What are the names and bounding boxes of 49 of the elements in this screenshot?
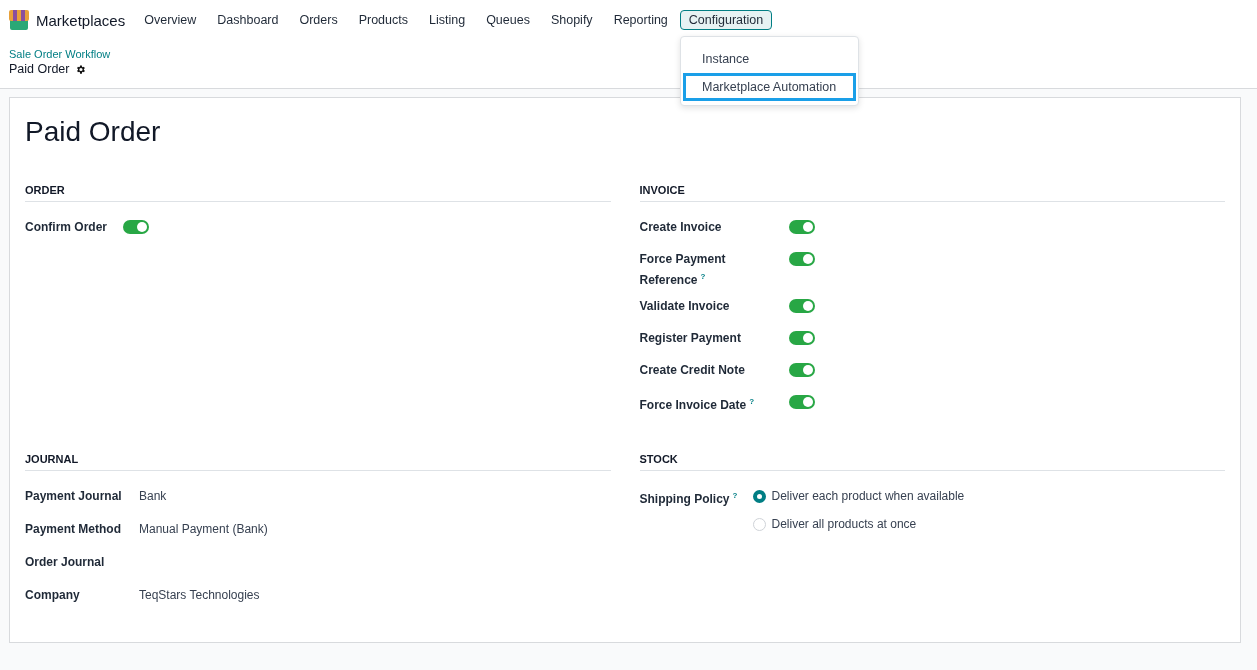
field-label: Force Payment Reference $^{?}$ (639, 251, 727, 289)
section-heading: JOURNAL (25, 453, 611, 471)
app-name[interactable]: Marketplaces (36, 11, 126, 29)
menu-item[interactable]: Reporting (604, 10, 677, 30)
shop-icon (8, 9, 30, 31)
help-mark[interactable]: ? (732, 491, 738, 500)
menu-item[interactable]: Overview (135, 10, 206, 30)
toggle-switch[interactable] (788, 252, 815, 266)
field-value[interactable]: TeqStars Technologies (139, 586, 611, 604)
help-mark[interactable]: ? (700, 272, 706, 281)
record-title: Paid Order (25, 116, 162, 148)
breadcrumb-current: Paid Order (9, 62, 70, 76)
field-label: Create Credit Note (639, 362, 746, 379)
menu-item[interactable]: Products (349, 10, 417, 30)
toggle-switch[interactable] (788, 331, 815, 345)
toggle-switch[interactable] (123, 220, 149, 234)
menu-item[interactable]: Orders (290, 10, 347, 30)
field-label: Payment Journal (25, 488, 123, 505)
section-heading: STOCK (639, 453, 1225, 471)
field-value[interactable]: Bank (139, 487, 611, 505)
radio-label[interactable]: Deliver each product when available (771, 487, 965, 505)
field-label: Validate Invoice (639, 298, 731, 315)
radio-label[interactable]: Deliver all products at once (771, 515, 917, 533)
toggle-switch[interactable] (788, 220, 815, 234)
field-label: Register Payment (639, 330, 742, 347)
help-mark[interactable]: ? (749, 397, 755, 406)
toggle-switch[interactable] (788, 363, 815, 377)
toggle-switch[interactable] (788, 395, 815, 409)
field-label: Order Journal (25, 554, 106, 571)
radio-button[interactable] (752, 489, 766, 503)
field-label: Force Invoice Date $^{?}$ (639, 396, 756, 414)
field-label: Payment Method (25, 521, 122, 538)
menu-item[interactable]: Queues (477, 10, 539, 30)
dropdown-item[interactable]: Instance (683, 45, 856, 73)
toggle-switch[interactable] (788, 299, 815, 313)
field-value[interactable]: Manual Payment (Bank) (139, 520, 611, 538)
field-label: Shipping Policy $^{?}$ (639, 490, 739, 508)
field-label: Create Invoice (639, 219, 723, 236)
breadcrumb-link[interactable]: Sale Order Workflow (9, 48, 111, 60)
field-label: Company (25, 587, 81, 604)
section-heading: INVOICE (639, 184, 1225, 202)
dropdown-item[interactable]: Marketplace Automation (683, 73, 856, 101)
gear-icon[interactable] (75, 63, 87, 75)
menu-item[interactable]: Dashboard (208, 10, 288, 30)
section-heading: ORDER (25, 184, 611, 202)
menu-item[interactable]: Listing (420, 10, 475, 30)
menu-item[interactable]: Shopify (541, 10, 602, 30)
menu-item[interactable]: Configuration (679, 10, 773, 30)
field-label: Confirm Order (25, 219, 108, 236)
